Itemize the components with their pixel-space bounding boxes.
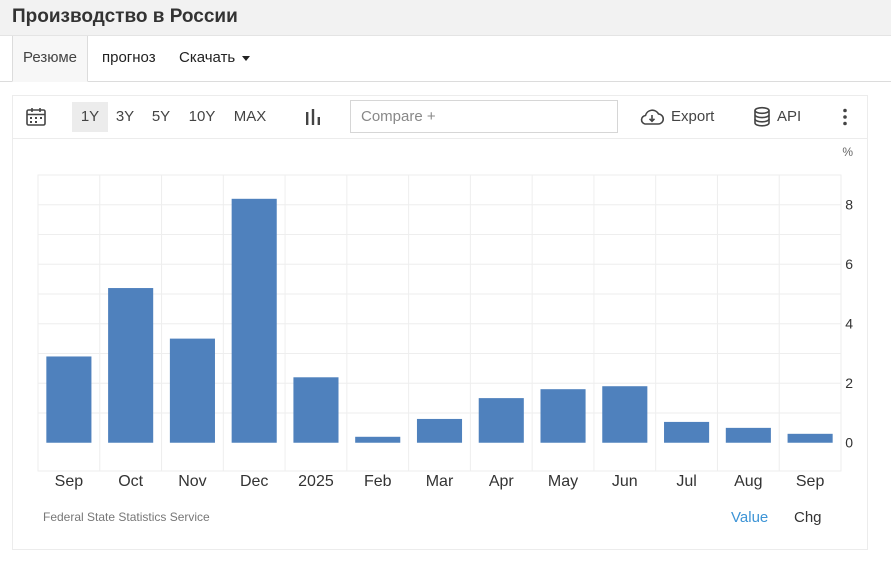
cloud-download-icon [640,109,665,125]
tab-summary[interactable]: Резюме [12,36,88,82]
bar[interactable] [664,421,710,443]
bar[interactable] [231,198,277,443]
value-toggle[interactable]: Value [731,509,768,526]
more-vertical-icon [843,108,847,126]
bar[interactable] [108,288,154,443]
change-toggle[interactable]: Chg [794,509,822,526]
x-tick-label: Aug [734,473,762,490]
x-tick-label: Nov [178,473,206,490]
page-title: Производство в России [12,6,238,27]
range-10y-button[interactable]: 10Y [183,102,221,132]
calendar-button[interactable] [21,102,51,132]
bar[interactable] [787,433,833,443]
source-label: Federal State Statistics Service [43,510,210,524]
compare-input[interactable] [350,100,618,133]
bar[interactable] [293,377,339,443]
bar[interactable] [725,427,771,443]
x-tick-label: Mar [426,473,454,490]
y-tick-label: 0 [845,435,853,451]
page-header: Производство в России [0,0,891,36]
chart-bars [46,198,833,443]
y-tick-label: 4 [845,316,853,332]
x-tick-label: Jul [676,473,696,490]
chart-type-button[interactable] [300,102,326,132]
range-3y-button[interactable]: 3Y [110,102,140,132]
api-button[interactable]: API [753,102,813,132]
calendar-icon [26,108,46,126]
bar[interactable] [169,338,215,443]
chart-toolbar: 1Y 3Y 5Y 10Y MAX Export [13,96,867,139]
x-tick-label: Oct [118,473,143,490]
x-axis: Sep Oct Nov Dec 2025 Feb Mar Apr May Jun Jul Aug Sep [55,473,825,490]
tab-download[interactable]: Скачать [179,36,251,82]
range-1y-button[interactable]: 1Y [72,102,108,132]
database-icon [754,106,770,127]
bar[interactable] [46,356,92,443]
y-axis-unit-label: % [842,145,853,159]
bar-chart: 0 2 4 6 8 Sep Oct Nov Dec 2025 Feb Mar Apr May Jun Jul… [37,145,853,490]
range-5y-button[interactable]: 5Y [146,102,176,132]
y-tick-label: 2 [845,375,853,391]
x-tick-label: 2025 [298,473,334,490]
bar[interactable] [355,436,401,443]
y-tick-label: 8 [845,197,853,213]
api-label: API [777,108,802,125]
x-tick-label: Sep [796,473,825,490]
bar[interactable] [478,398,524,443]
x-tick-label: Dec [240,473,268,490]
bar[interactable] [416,418,463,443]
tab-forecast[interactable]: прогноз [102,36,156,82]
bar[interactable] [540,389,586,443]
range-max-button[interactable]: MAX [228,102,272,132]
x-tick-label: Sep [55,473,84,490]
export-label: Export [671,108,715,125]
x-tick-label: Jun [612,473,638,490]
export-button[interactable]: Export [639,102,725,132]
more-options-button[interactable] [835,102,855,132]
tabs-bar: Резюме прогноз Скачать [0,36,891,82]
chart-card: 1Y 3Y 5Y 10Y MAX Export [12,95,868,550]
bar-chart-icon [306,109,320,125]
x-tick-label: May [548,473,578,490]
caret-down-icon [242,55,251,61]
y-axis: 0 2 4 6 8 [845,197,853,451]
bar[interactable] [602,386,648,443]
y-tick-label: 6 [845,256,853,272]
x-tick-label: Apr [489,473,515,490]
x-tick-label: Feb [364,473,392,490]
tab-download-label: Скачать [179,49,236,66]
